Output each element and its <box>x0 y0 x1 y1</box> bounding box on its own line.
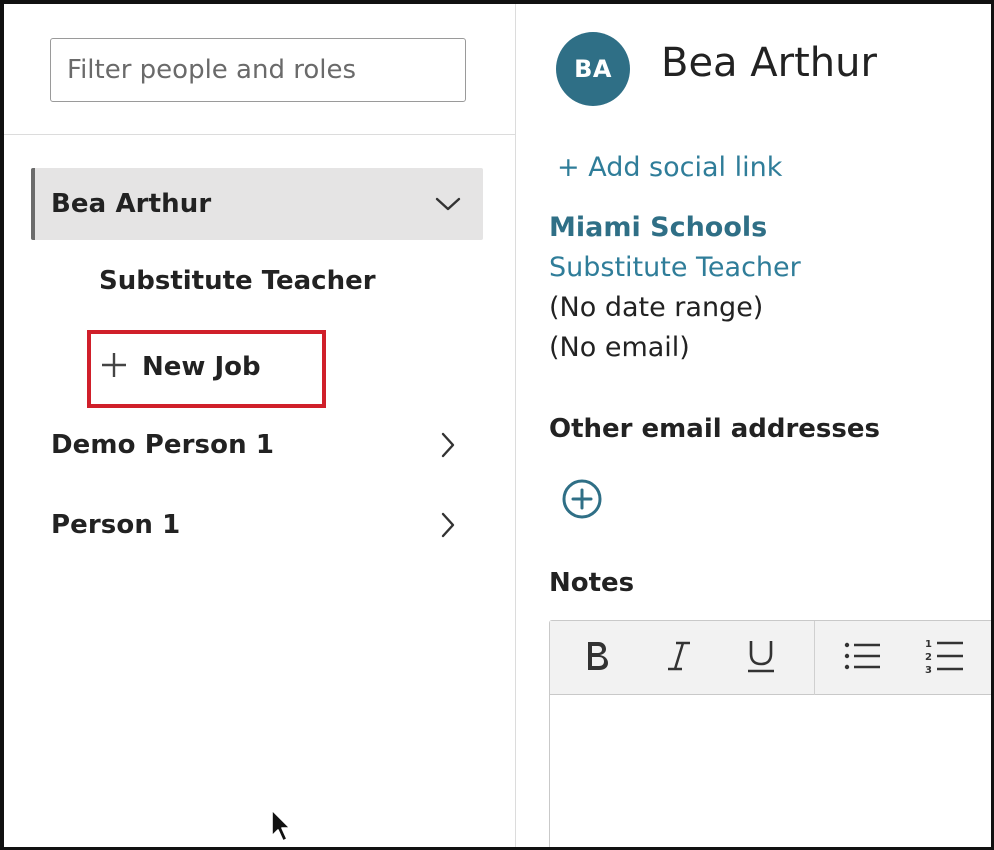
numbered-list-icon: 1 2 3 <box>925 637 965 679</box>
notes-text-area[interactable] <box>550 696 991 847</box>
new-job-label: New Job <box>142 352 261 382</box>
person-row-demo-person-1[interactable]: Demo Person 1 <box>31 409 483 481</box>
avatar: BA <box>556 32 630 106</box>
underline-button[interactable] <box>736 633 786 683</box>
bullet-list-icon <box>844 640 882 676</box>
role-item-substitute-teacher[interactable]: Substitute Teacher <box>99 266 376 296</box>
person-row-person-1[interactable]: Person 1 <box>31 489 483 561</box>
notes-heading: Notes <box>549 568 635 598</box>
bold-icon <box>582 638 612 678</box>
other-emails-heading: Other email addresses <box>549 414 880 444</box>
chevron-right-icon[interactable] <box>435 512 461 538</box>
notes-editor: 1 2 3 <box>549 620 991 847</box>
people-sidebar: Bea Arthur Substitute Teacher New Job De… <box>4 4 516 847</box>
chevron-down-icon[interactable] <box>435 191 461 217</box>
person-name: Bea Arthur <box>51 189 212 219</box>
mouse-pointer-icon <box>270 808 294 844</box>
filter-people-input[interactable] <box>50 38 466 102</box>
numbered-list-button[interactable]: 1 2 3 <box>920 633 970 683</box>
organization-link[interactable]: Miami Schools <box>549 212 767 243</box>
bullet-list-button[interactable] <box>838 633 888 683</box>
underline-icon <box>745 638 777 678</box>
job-email: (No email) <box>549 332 690 363</box>
sidebar-divider <box>4 134 516 135</box>
italic-icon <box>664 638 694 678</box>
plus-icon <box>100 351 128 383</box>
person-name: Person 1 <box>51 510 181 540</box>
toolbar-separator <box>814 621 815 695</box>
person-name: Demo Person 1 <box>51 430 275 460</box>
job-title-link[interactable]: Substitute Teacher <box>549 252 801 283</box>
person-row-bea-arthur[interactable]: Bea Arthur <box>31 168 483 240</box>
new-job-button[interactable]: New Job <box>100 342 261 392</box>
add-social-link[interactable]: + Add social link <box>557 152 782 183</box>
svg-text:2: 2 <box>925 652 932 663</box>
italic-button[interactable] <box>654 633 704 683</box>
app-window: Bea Arthur Substitute Teacher New Job De… <box>0 0 994 850</box>
profile-name: Bea Arthur <box>661 40 877 86</box>
person-detail-panel: BA Bea Arthur + Add social link Miami Sc… <box>517 4 991 847</box>
job-date-range: (No date range) <box>549 292 764 323</box>
add-circle-icon[interactable] <box>561 478 603 520</box>
svg-text:3: 3 <box>925 665 932 675</box>
editor-toolbar: 1 2 3 <box>550 621 991 695</box>
bold-button[interactable] <box>572 633 622 683</box>
svg-text:1: 1 <box>925 639 932 650</box>
chevron-right-icon[interactable] <box>435 432 461 458</box>
